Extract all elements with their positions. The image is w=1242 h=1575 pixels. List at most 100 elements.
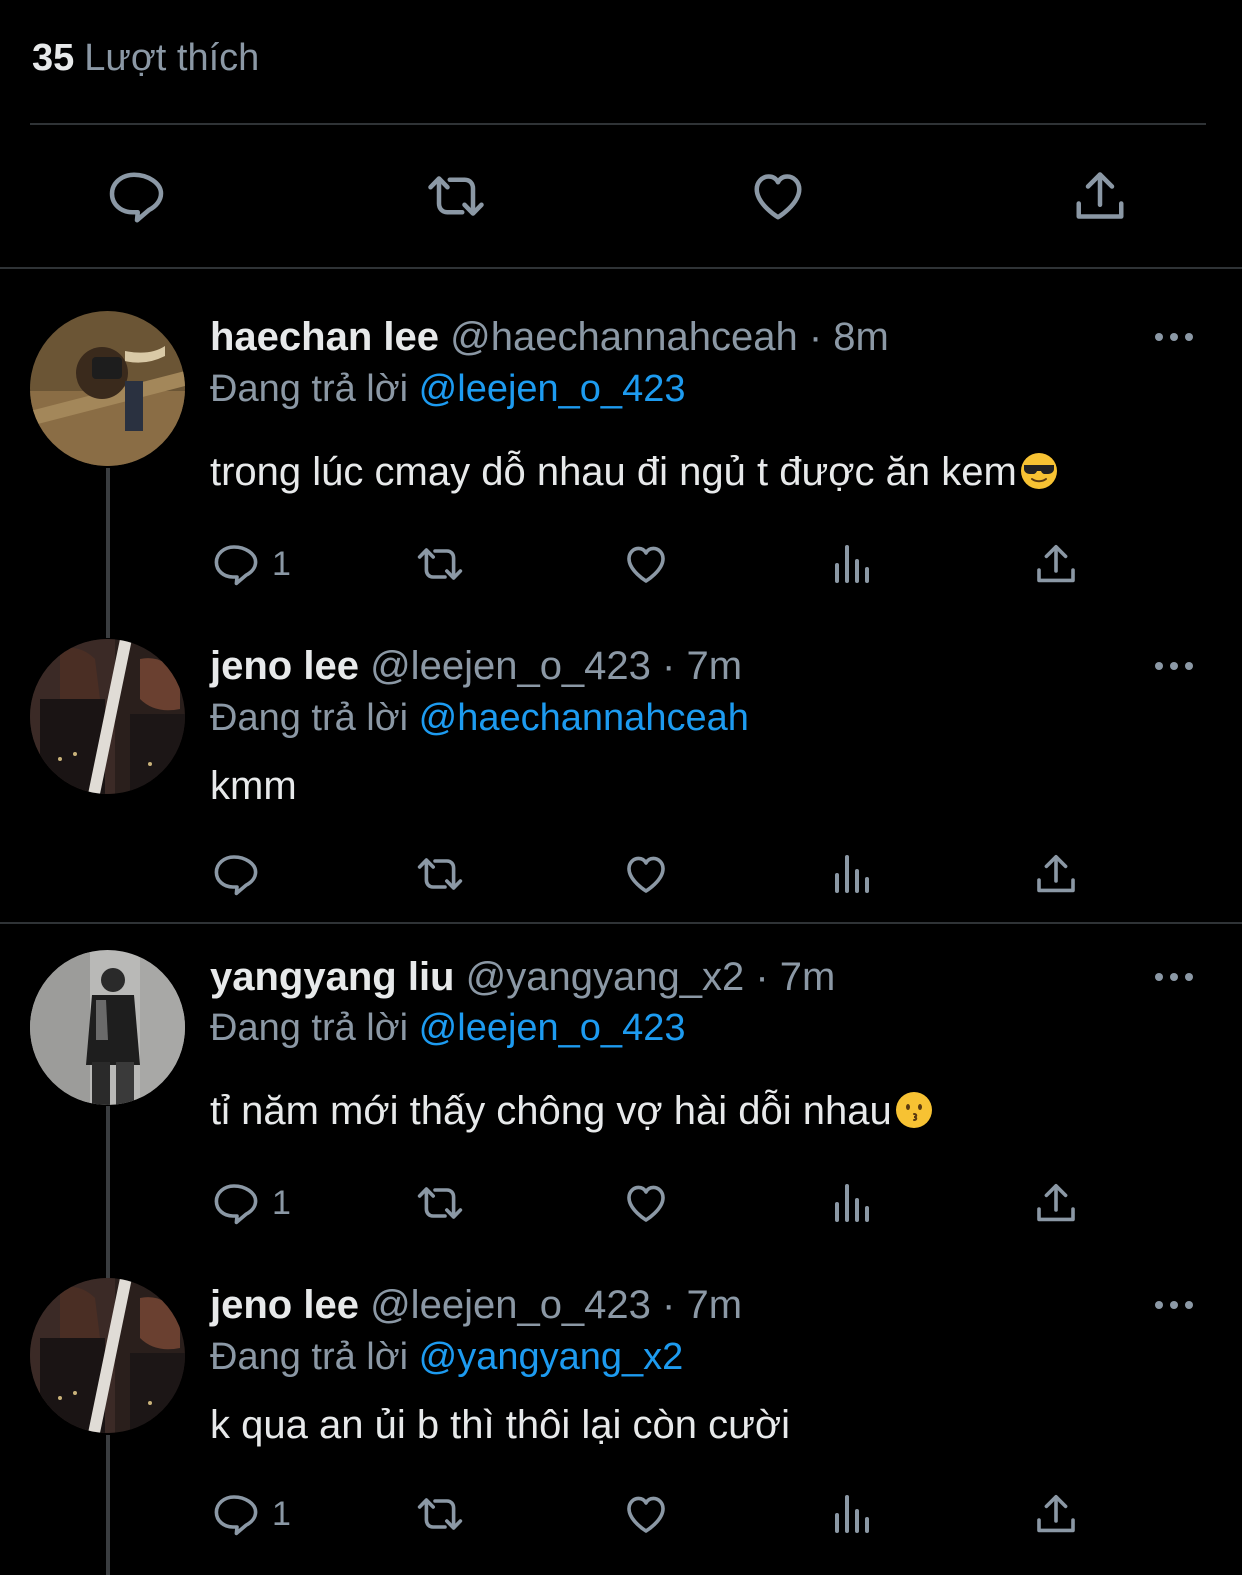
divider [0, 267, 1242, 269]
separator: · [808, 315, 823, 359]
like-button[interactable] [622, 536, 670, 592]
kissing-face-emoji-icon [894, 1090, 934, 1130]
views-icon [828, 540, 876, 588]
retweet-icon [416, 850, 464, 898]
reply-header: haechan lee @haechannahceah · 8m [210, 311, 889, 363]
reply-button[interactable] [210, 846, 272, 902]
retweet-icon [416, 1179, 464, 1227]
retweet-button[interactable] [416, 536, 464, 592]
views-icon [828, 1179, 876, 1227]
reply-count: 1 [272, 1494, 291, 1533]
retweet-button[interactable] [416, 1486, 464, 1542]
reply-icon [210, 540, 258, 588]
thread-line [106, 1106, 110, 1278]
replying-to: Đang trả lời @yangyang_x2 [210, 1331, 683, 1383]
more-options-button[interactable] [1148, 322, 1200, 352]
like-button[interactable] [622, 846, 670, 902]
separator: · [755, 955, 769, 999]
retweet-button[interactable] [416, 846, 464, 902]
user-handle[interactable]: @yangyang_x2 [466, 955, 745, 999]
timestamp[interactable]: 8m [833, 315, 889, 359]
share-button[interactable] [1032, 1175, 1080, 1231]
avatar[interactable] [30, 950, 185, 1105]
views-icon [828, 850, 876, 898]
replying-to: Đang trả lời @haechannahceah [210, 692, 749, 744]
retweet-icon [416, 1490, 464, 1538]
share-button[interactable] [1032, 536, 1080, 592]
reply-icon [210, 1179, 258, 1227]
replying-label: Đang trả lời [210, 1007, 409, 1049]
likes-label: Lượt thích [84, 37, 260, 79]
sunglasses-emoji-icon [1019, 451, 1059, 491]
mention-link[interactable]: @leejen_o_423 [419, 368, 686, 410]
like-button[interactable] [622, 1175, 670, 1231]
thread-line [106, 1435, 110, 1575]
separator: · [662, 644, 676, 688]
reply-button[interactable]: 1 [210, 1486, 291, 1542]
mention-link[interactable]: @haechannahceah [419, 697, 749, 739]
share-icon [1070, 166, 1130, 226]
retweet-button[interactable] [406, 150, 506, 242]
timestamp[interactable]: 7m [687, 1283, 743, 1327]
likes-count: 35 [32, 37, 75, 79]
reply-button[interactable]: 1 [210, 1175, 291, 1231]
user-handle[interactable]: @leejen_o_423 [370, 1283, 651, 1327]
avatar[interactable] [30, 639, 185, 794]
like-button[interactable] [622, 1486, 670, 1542]
replying-label: Đang trả lời [210, 697, 409, 739]
share-icon [1032, 1179, 1080, 1227]
replying-label: Đang trả lời [210, 1336, 409, 1378]
tweet-text: trong lúc cmay dỗ nhau đi ngủ t được ăn … [210, 444, 1059, 500]
reply-icon [210, 850, 258, 898]
tweet-text: tỉ năm mới thấy chông vợ hài dỗi nhau [210, 1083, 934, 1139]
mention-link[interactable]: @leejen_o_423 [419, 1007, 686, 1049]
like-icon [622, 540, 670, 588]
display-name[interactable]: haechan lee [210, 315, 439, 359]
likes-stat[interactable]: 35 Lượt thích [32, 30, 259, 86]
divider [30, 123, 1206, 125]
retweet-button[interactable] [416, 1175, 464, 1231]
timestamp[interactable]: 7m [687, 644, 743, 688]
like-icon [622, 1179, 670, 1227]
display-name[interactable]: jeno lee [210, 1283, 359, 1327]
timestamp[interactable]: 7m [780, 955, 836, 999]
share-icon [1032, 1490, 1080, 1538]
reply-count: 1 [272, 544, 291, 583]
reply-header: yangyang liu @yangyang_x2 · 7m [210, 951, 835, 1003]
more-icon [1154, 1300, 1194, 1310]
avatar[interactable] [30, 311, 185, 466]
like-icon [622, 1490, 670, 1538]
reply-button[interactable] [84, 150, 184, 242]
share-icon [1032, 850, 1080, 898]
retweet-icon [426, 166, 486, 226]
avatar[interactable] [30, 1278, 185, 1433]
share-button[interactable] [1032, 846, 1080, 902]
separator: · [662, 1283, 676, 1327]
display-name[interactable]: jeno lee [210, 644, 359, 688]
mention-link[interactable]: @yangyang_x2 [419, 1336, 684, 1378]
views-button[interactable] [828, 1175, 876, 1231]
more-icon [1154, 332, 1194, 342]
thread-line [106, 468, 110, 638]
more-options-button[interactable] [1148, 651, 1200, 681]
tweet-text: kmm [210, 764, 297, 808]
user-handle[interactable]: @haechannahceah [450, 315, 798, 359]
views-button[interactable] [828, 536, 876, 592]
share-button[interactable] [1050, 150, 1150, 242]
share-icon [1032, 540, 1080, 588]
views-button[interactable] [828, 1486, 876, 1542]
user-handle[interactable]: @leejen_o_423 [370, 644, 651, 688]
more-options-button[interactable] [1148, 1290, 1200, 1320]
display-name[interactable]: yangyang liu [210, 955, 455, 999]
more-options-button[interactable] [1148, 962, 1200, 992]
more-icon [1154, 972, 1194, 982]
divider [0, 922, 1242, 924]
like-button[interactable] [728, 150, 828, 242]
reply-header: jeno lee @leejen_o_423 · 7m [210, 640, 742, 692]
like-icon [748, 166, 808, 226]
more-icon [1154, 661, 1194, 671]
tweet-text: k qua an ủi b thì thôi lại còn cười [210, 1403, 790, 1447]
reply-button[interactable]: 1 [210, 536, 291, 592]
share-button[interactable] [1032, 1486, 1080, 1542]
views-button[interactable] [828, 846, 876, 902]
